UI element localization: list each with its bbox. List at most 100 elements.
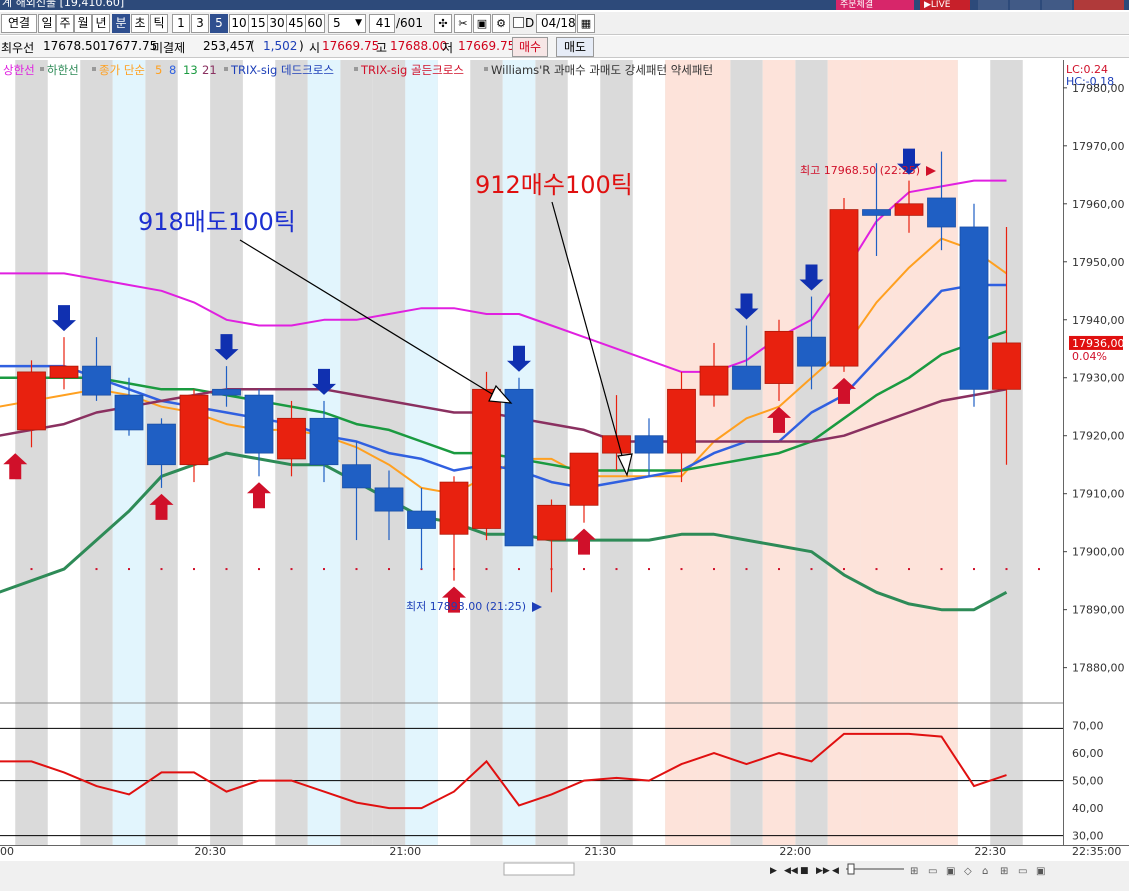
scissors-icon[interactable]: ✂ xyxy=(454,14,472,33)
candle-body xyxy=(634,435,664,454)
scroll-control-icon[interactable]: ◀ xyxy=(832,866,839,876)
y-tick-label: 17900,00 xyxy=(1072,546,1125,559)
interval-button[interactable]: 3 xyxy=(191,14,209,33)
price-dot xyxy=(1038,568,1040,571)
oi-change-value: 1,502 xyxy=(263,39,298,53)
count-select[interactable]: 5 ▼ xyxy=(328,14,366,33)
pink-band xyxy=(827,60,861,845)
blue-band xyxy=(405,60,438,845)
title-bar: 계 해외선물 [19,410.60] 주문체결 ▶LIVE xyxy=(0,0,1129,10)
save-icon[interactable]: ▣ xyxy=(473,14,491,33)
period-button[interactable]: 년 xyxy=(92,14,110,33)
candle-body xyxy=(212,388,241,396)
x-tick-label: 22:35:00 xyxy=(1072,845,1121,858)
y-tick-label: 17880,00 xyxy=(1072,662,1125,675)
chart-tool-icon[interactable]: ▣ xyxy=(946,866,955,877)
scroll-thumb[interactable] xyxy=(503,862,575,876)
candle-body xyxy=(569,452,599,506)
price-axis: LC:0.24HC:-0.1817980,0017970,0017960,001… xyxy=(1063,60,1129,845)
range-input[interactable]: 41 xyxy=(369,14,395,33)
candle-body xyxy=(244,394,274,454)
chart-tool-icon[interactable]: ▭ xyxy=(928,866,937,877)
low-value: 17669.75 xyxy=(458,39,516,53)
date-input[interactable]: 04/18 xyxy=(536,14,576,33)
candle-body xyxy=(537,504,566,541)
period-button[interactable]: 틱 xyxy=(150,14,168,33)
calendar-icon[interactable]: ▦ xyxy=(577,14,595,33)
interval-button[interactable]: 1 xyxy=(172,14,190,33)
legend-separator xyxy=(484,67,488,71)
interval-button[interactable]: 45 xyxy=(286,14,306,33)
price-dot xyxy=(583,568,585,571)
candle-body xyxy=(667,388,696,454)
price-dot xyxy=(940,568,943,571)
williams-tick-label: 70,00 xyxy=(1072,720,1104,733)
legend-separator xyxy=(92,67,96,71)
chart-tool-icon[interactable]: ◇ xyxy=(964,866,972,877)
date-checkbox[interactable] xyxy=(513,17,524,28)
legend-trix-golden: TRIX-sig 골든크로스 xyxy=(360,63,464,77)
scroll-control-icon[interactable]: ■ xyxy=(800,866,809,876)
x-tick-label: 00 xyxy=(0,845,14,858)
candle-body xyxy=(49,365,79,379)
price-dot xyxy=(95,568,98,571)
scroll-control-icon[interactable]: ◀◀ xyxy=(784,866,798,876)
pin-icon[interactable] xyxy=(978,0,1008,10)
buy-button[interactable]: 매수 xyxy=(512,37,548,57)
scroll-bar[interactable]: ▶ ◀◀ ■ ▶▶ ◀ ⊞ ▭ ▣ ◇ ⌂ ⊞ ▭ ▣ xyxy=(0,861,1129,891)
date-checkbox-label: D xyxy=(525,16,535,30)
candle-body xyxy=(374,487,404,512)
period-button[interactable]: 분 xyxy=(112,14,130,33)
candle-body xyxy=(862,209,891,216)
zoom-slider-thumb[interactable] xyxy=(847,863,855,875)
scroll-control-icon[interactable]: ▶ xyxy=(770,866,777,876)
legend-upper-band: 상한선 xyxy=(3,63,35,77)
chart-tool-icon[interactable]: ⊞ xyxy=(1000,866,1008,877)
minimize-icon[interactable] xyxy=(1010,0,1040,10)
chevron-down-icon: ▼ xyxy=(355,18,362,28)
realtime-order-button[interactable]: 주문체결 xyxy=(836,0,914,10)
y-tick-label: 17910,00 xyxy=(1072,488,1125,501)
period-button[interactable]: 일 xyxy=(38,14,56,33)
sell-button[interactable]: 매도 xyxy=(556,37,594,57)
ask-value: 17677.75 xyxy=(100,39,158,53)
gear-icon[interactable]: ⚙ xyxy=(492,14,510,33)
candle-body xyxy=(959,226,989,390)
y-tick-label: 17940,00 xyxy=(1072,314,1125,327)
price-dot xyxy=(648,568,650,571)
price-dot xyxy=(680,568,683,571)
open-label: 시 xyxy=(309,41,321,55)
bid-value: 17678.50 xyxy=(43,39,101,53)
gray-band xyxy=(80,60,113,845)
live-button[interactable]: ▶LIVE xyxy=(920,0,970,10)
period-button[interactable]: 월 xyxy=(74,14,92,33)
price-dot xyxy=(843,568,845,571)
interval-button[interactable]: 60 xyxy=(305,14,325,33)
link-button[interactable]: 연결 xyxy=(1,14,37,33)
period-button[interactable]: 주 xyxy=(56,14,74,33)
close-icon[interactable] xyxy=(1074,0,1124,10)
candle-body xyxy=(277,417,306,460)
legend-ma21: 21 xyxy=(202,63,217,77)
legend-separator xyxy=(40,67,44,71)
interval-button[interactable]: 30 xyxy=(267,14,287,33)
period-button[interactable]: 초 xyxy=(131,14,149,33)
interval-button[interactable]: 5 xyxy=(210,14,228,33)
candle-body xyxy=(309,417,339,466)
open-interest-value: 253,457 xyxy=(203,39,253,53)
chart-tool-icon[interactable]: ▭ xyxy=(1018,866,1027,877)
crosshair-icon[interactable]: ✣ xyxy=(434,14,452,33)
maximize-icon[interactable] xyxy=(1042,0,1072,10)
price-dot xyxy=(225,568,228,571)
candle-body xyxy=(439,481,469,535)
scroll-control-icon[interactable]: ▶▶ xyxy=(816,866,830,876)
price-dot xyxy=(778,568,780,571)
interval-button[interactable]: 10 xyxy=(229,14,249,33)
chart-tool-icon[interactable]: ⊞ xyxy=(910,866,918,877)
chart-tool-icon[interactable]: ⌂ xyxy=(982,866,988,877)
price-chart[interactable]: 918매도100틱 912매수100틱 최고 17968.50 (22:25) 최저 … xyxy=(0,60,1129,891)
interval-button[interactable]: 15 xyxy=(248,14,268,33)
legend-trix-dead: TRIX-sig 데드크로스 xyxy=(230,63,334,77)
chart-tool-icon[interactable]: ▣ xyxy=(1036,866,1045,877)
candle-body xyxy=(732,365,761,390)
